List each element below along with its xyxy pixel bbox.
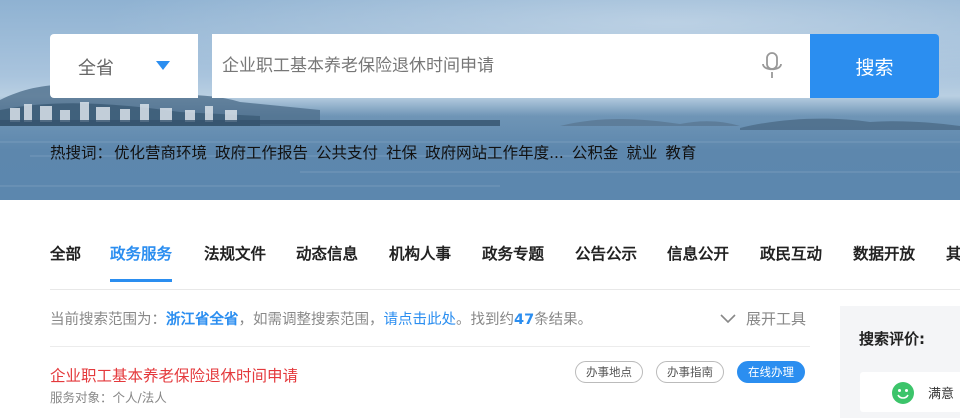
scope-info-middle: ，如需调整搜索范围， xyxy=(238,312,384,328)
tab-personnel[interactable]: 机构人事 xyxy=(389,242,451,282)
online-service-button[interactable]: 在线办理 xyxy=(737,361,805,383)
tab-interaction[interactable]: 政民互动 xyxy=(760,242,822,282)
service-location-button[interactable]: 办事地点 xyxy=(575,361,643,383)
rating-option-label: 满意 xyxy=(928,387,955,402)
service-guide-button[interactable]: 办事指南 xyxy=(656,361,724,383)
rating-satisfied-option[interactable]: 满意 xyxy=(860,372,960,412)
hot-search-link[interactable]: 政府网站工作年度... xyxy=(425,141,564,163)
hot-search-link[interactable]: 就业 xyxy=(626,141,657,163)
tab-government-services[interactable]: 政务服务 xyxy=(110,242,173,282)
hot-search-link[interactable]: 教育 xyxy=(665,141,696,163)
tab-info-disclosure[interactable]: 信息公开 xyxy=(667,242,729,282)
search-rating-panel: 搜索评价: 满意 xyxy=(840,306,960,418)
microphone-icon[interactable] xyxy=(760,52,784,80)
result-title-link[interactable]: 企业职工基本养老保险退休时间申请 xyxy=(50,364,298,386)
hot-search-label: 热搜词： xyxy=(50,144,113,162)
found-suffix: 条结果。 xyxy=(534,312,593,328)
tab-topics[interactable]: 政务专题 xyxy=(482,242,544,282)
search-button[interactable]: 搜索 xyxy=(810,34,939,98)
scope-info-prefix: 当前搜索范围为： xyxy=(50,312,166,328)
smile-icon xyxy=(892,382,914,404)
divider xyxy=(50,346,810,347)
tab-regulations[interactable]: 法规文件 xyxy=(204,242,266,282)
found-prefix: 。找到约 xyxy=(456,312,514,328)
expand-tools-label: 展开工具 xyxy=(746,310,807,328)
result-meta: 服务对象：个人/法人 xyxy=(50,390,167,405)
caret-down-icon xyxy=(156,61,170,70)
hot-search-link[interactable]: 公积金 xyxy=(572,141,619,163)
tab-open-data[interactable]: 数据开放 xyxy=(853,242,915,282)
hot-search-row: 热搜词： 优化营商环境 政府工作报告 公共支付 社保 政府网站工作年度... 公… xyxy=(50,140,704,164)
expand-tools-toggle[interactable]: 展开工具 xyxy=(720,308,806,329)
tab-all[interactable]: 全部 xyxy=(50,242,81,282)
hot-search-link[interactable]: 社保 xyxy=(386,141,417,163)
result-count: 47 xyxy=(514,312,535,328)
change-scope-link[interactable]: 请点击此处 xyxy=(384,312,457,328)
rating-title: 搜索评价: xyxy=(859,330,925,348)
tab-news[interactable]: 动态信息 xyxy=(296,242,358,282)
hero-banner: 全省 搜索 热搜词： 优化营商环境 政府工作报告 公共支付 社保 政府网站工作年… xyxy=(0,0,960,200)
scope-dropdown[interactable]: 全省 xyxy=(50,34,198,98)
hot-search-link[interactable]: 优化营商环境 xyxy=(114,141,207,163)
chevron-down-icon xyxy=(720,313,736,323)
tab-announcements[interactable]: 公告公示 xyxy=(575,242,637,282)
scope-province: 浙江省全省 xyxy=(166,312,239,328)
scope-dropdown-label: 全省 xyxy=(78,58,114,79)
tab-more[interactable]: 其 xyxy=(946,242,960,282)
search-scope-info: 当前搜索范围为：浙江省全省，如需调整搜索范围，请点击此处。找到约47条结果。 xyxy=(50,308,592,329)
hot-search-link[interactable]: 公共支付 xyxy=(316,141,378,163)
search-input[interactable] xyxy=(212,34,810,98)
hot-search-link[interactable]: 政府工作报告 xyxy=(215,141,308,163)
category-tabs: 全部 政务服务 法规文件 动态信息 机构人事 政务专题 公告公示 信息公开 政民… xyxy=(50,236,960,290)
